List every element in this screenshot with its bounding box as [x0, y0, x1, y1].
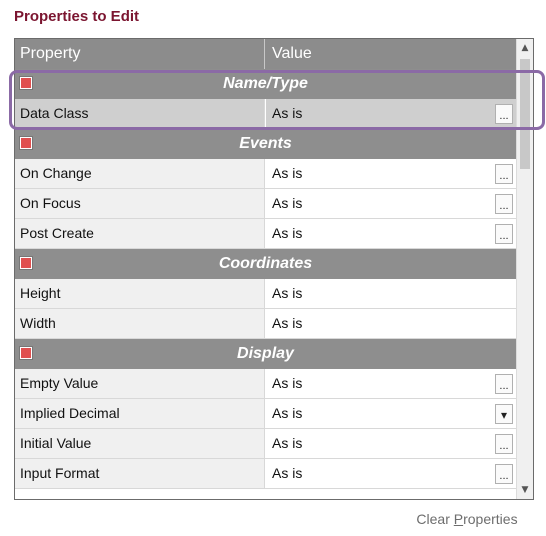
- property-name: Input Format: [15, 459, 265, 488]
- property-name: Post Create: [15, 219, 265, 248]
- property-name: Height: [15, 279, 265, 308]
- ellipsis-button[interactable]: ...: [495, 374, 513, 394]
- property-value[interactable]: As is: [266, 429, 516, 458]
- ellipsis-button[interactable]: ...: [495, 434, 513, 454]
- property-row-empty-value[interactable]: Empty Value As is ...: [15, 369, 533, 399]
- property-row-on-focus[interactable]: On Focus As is ...: [15, 189, 533, 219]
- column-header-value[interactable]: Value: [266, 39, 516, 69]
- category-display[interactable]: Display: [15, 339, 533, 369]
- category-label: Events: [239, 135, 292, 152]
- scroll-thumb[interactable]: [520, 59, 530, 169]
- category-name-type[interactable]: Name/Type: [15, 69, 533, 99]
- vertical-scrollbar[interactable]: ▲ ▼: [516, 39, 533, 499]
- property-name: Width: [15, 309, 265, 338]
- clear-button-text-post: roperties: [463, 511, 518, 527]
- property-value[interactable]: As is: [266, 369, 516, 398]
- property-value[interactable]: As is: [266, 219, 516, 248]
- clear-button-text-pre: Clear: [416, 511, 454, 527]
- ellipsis-button[interactable]: ...: [495, 164, 513, 184]
- property-value[interactable]: As is: [266, 159, 516, 188]
- property-name: Initial Value: [15, 429, 265, 458]
- category-label: Name/Type: [223, 75, 308, 92]
- property-value[interactable]: As is: [266, 459, 516, 488]
- category-coordinates[interactable]: Coordinates: [15, 249, 533, 279]
- property-row-input-format[interactable]: Input Format As is ...: [15, 459, 533, 489]
- category-label: Display: [237, 345, 294, 362]
- property-name: Implied Decimal: [15, 399, 265, 428]
- grid-header: Property Value: [15, 39, 533, 69]
- property-name: On Focus: [15, 189, 265, 218]
- property-row-initial-value[interactable]: Initial Value As is ...: [15, 429, 533, 459]
- property-name: On Change: [15, 159, 265, 188]
- scroll-down-icon[interactable]: ▼: [517, 481, 533, 499]
- dropdown-arrow-icon[interactable]: ▾: [495, 404, 513, 424]
- panel-heading: Properties to Edit: [14, 8, 140, 25]
- property-row-data-class[interactable]: Data Class As is ...: [15, 99, 533, 129]
- property-row-width[interactable]: Width As is: [15, 309, 533, 339]
- property-row-height[interactable]: Height As is: [15, 279, 533, 309]
- ellipsis-button[interactable]: ...: [495, 224, 513, 244]
- ellipsis-button[interactable]: ...: [495, 464, 513, 484]
- property-row-on-change[interactable]: On Change As is ...: [15, 159, 533, 189]
- property-name: Data Class: [15, 99, 265, 128]
- category-events[interactable]: Events: [15, 129, 533, 159]
- category-label: Coordinates: [218, 255, 313, 272]
- ellipsis-button[interactable]: ...: [495, 104, 513, 124]
- property-row-post-create[interactable]: Post Create As is ...: [15, 219, 533, 249]
- clear-properties-button[interactable]: Clear Properties: [388, 505, 546, 533]
- column-header-property[interactable]: Property: [15, 39, 265, 69]
- property-value[interactable]: As is: [266, 99, 516, 128]
- property-row-implied-decimal[interactable]: Implied Decimal As is ▾: [15, 399, 533, 429]
- property-value[interactable]: As is: [266, 279, 516, 308]
- ellipsis-button[interactable]: ...: [495, 194, 513, 214]
- property-value[interactable]: As is: [266, 399, 516, 428]
- property-grid[interactable]: Property Value Name/Type Data Class As i…: [14, 38, 534, 500]
- clear-button-accelerator: P: [453, 511, 464, 527]
- property-name: Empty Value: [15, 369, 265, 398]
- property-value[interactable]: As is: [266, 189, 516, 218]
- scroll-up-icon[interactable]: ▲: [517, 39, 533, 57]
- property-value[interactable]: As is: [266, 309, 516, 338]
